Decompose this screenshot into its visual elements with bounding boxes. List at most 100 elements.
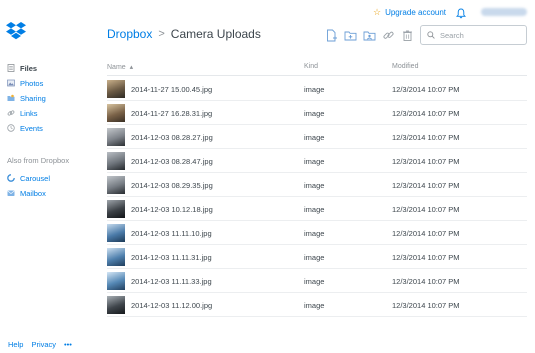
file-name[interactable]: 2014-12-03 11.11.31.jpg [131,253,212,262]
table-row[interactable]: 2014-12-03 08.28.27.jpg image 12/3/2014 10… [107,125,527,149]
column-header-name[interactable]: Name ▴ [107,63,133,71]
table-row[interactable]: 2014-12-03 08.28.47.jpg image 12/3/2014 10… [107,149,527,173]
dropbox-logo[interactable] [5,22,27,42]
new-folder-icon[interactable] [344,29,357,42]
help-link[interactable]: Help [8,340,23,349]
image-thumbnail [107,128,125,146]
upgrade-account-label: Upgrade account [385,7,447,17]
star-icon: ☆ [373,7,382,17]
table-row[interactable]: 2014-12-03 10.12.18.jpg image 12/3/2014 10… [107,197,527,221]
image-thumbnail [107,224,125,242]
link-icon[interactable] [382,29,395,42]
shared-folder-icon[interactable] [363,29,376,42]
sidebar-item-label: Sharing [20,93,46,103]
privacy-link[interactable]: Privacy [31,340,56,349]
file-kind: image [304,229,325,238]
sidebar-item-label: Events [20,123,43,133]
search-icon [427,26,435,44]
file-kind: image [304,181,325,190]
table-row[interactable]: 2014-11-27 15.00.45.jpg image 12/3/2014 10… [107,77,527,101]
file-name[interactable]: 2014-12-03 11.12.00.jpg [131,301,212,310]
footer: Help Privacy ••• [8,340,72,349]
sidebar-item-links[interactable]: Links [7,107,38,119]
top-bar: ☆ Upgrade account [0,0,535,26]
toolbar [325,29,414,42]
mailbox-icon [7,189,15,197]
sidebar-item-label: Files [20,63,38,73]
image-thumbnail [107,80,125,98]
column-name-label: Name [107,64,126,71]
more-link[interactable]: ••• [64,340,72,349]
sidebar-item-mailbox[interactable]: Mailbox [7,187,46,199]
table-row[interactable]: 2014-12-03 11.11.31.jpg image 12/3/2014 10… [107,245,527,269]
table-row[interactable]: 2014-12-03 11.11.33.jpg image 12/3/2014 10… [107,269,527,293]
file-modified: 12/3/2014 10:07 PM [392,181,460,190]
files-icon [7,64,15,72]
sidebar-item-label: Photos [20,78,44,88]
links-icon [7,109,15,117]
upload-icon[interactable] [325,29,338,42]
file-kind: image [304,253,325,262]
photos-icon [7,79,15,87]
file-name[interactable]: 2014-11-27 16.28.31.jpg [131,109,212,118]
image-thumbnail [107,272,125,290]
upgrade-account-link[interactable]: ☆ Upgrade account [373,7,446,17]
image-thumbnail [107,200,125,218]
file-modified: 12/3/2014 10:07 PM [392,301,460,310]
file-name[interactable]: 2014-11-27 15.00.45.jpg [131,85,212,94]
user-account-menu[interactable] [481,8,527,16]
file-kind: image [304,277,325,286]
breadcrumb-separator: > [158,28,165,40]
file-kind: image [304,301,325,310]
file-kind: image [304,85,325,94]
sidebar-item-label: Carousel [20,173,51,183]
file-modified: 12/3/2014 10:07 PM [392,229,460,238]
file-name[interactable]: 2014-12-03 10.12.18.jpg [131,205,213,214]
sidebar-item-photos[interactable]: Photos [7,77,43,89]
file-name[interactable]: 2014-12-03 08.28.47.jpg [131,157,213,166]
sidebar-item-label: Mailbox [20,188,46,198]
image-thumbnail [107,296,125,314]
table-row[interactable]: 2014-11-27 16.28.31.jpg image 12/3/2014 10… [107,101,527,125]
table-row[interactable]: 2014-12-03 08.29.35.jpg image 12/3/2014 10… [107,173,527,197]
events-icon [7,124,15,132]
sidebar-item-files[interactable]: Files [7,62,37,74]
file-name[interactable]: 2014-12-03 08.28.27.jpg [131,133,213,142]
file-kind: image [304,205,325,214]
sidebar-item-events[interactable]: Events [7,122,43,134]
delete-icon[interactable] [401,29,414,42]
table-header: Name ▴ Kind Modified [107,60,527,76]
search-box[interactable] [420,25,527,45]
sort-ascending-icon: ▴ [129,64,134,71]
breadcrumb: Dropbox > Camera Uploads [107,27,261,41]
file-kind: image [304,157,325,166]
file-name[interactable]: 2014-12-03 11.11.10.jpg [131,229,212,238]
sidebar-item-sharing[interactable]: Sharing [7,92,46,104]
notifications-bell-icon[interactable] [455,6,467,19]
file-modified: 12/3/2014 10:07 PM [392,205,460,214]
table-row[interactable]: 2014-12-03 11.12.00.jpg image 12/3/2014 10… [107,293,527,317]
file-name[interactable]: 2014-12-03 08.29.35.jpg [131,181,213,190]
file-modified: 12/3/2014 10:07 PM [392,133,460,142]
sidebar-item-label: Links [20,108,38,118]
file-kind: image [304,133,325,142]
file-modified: 12/3/2014 10:07 PM [392,277,460,286]
breadcrumb-root-link[interactable]: Dropbox [107,27,152,41]
carousel-icon [7,174,15,182]
image-thumbnail [107,152,125,170]
also-from-dropbox-heading: Also from Dropbox [7,156,70,165]
file-name[interactable]: 2014-12-03 11.11.33.jpg [131,277,212,286]
sidebar-item-carousel[interactable]: Carousel [7,172,50,184]
column-header-kind[interactable]: Kind [304,63,318,70]
file-kind: image [304,109,325,118]
sharing-icon [7,94,15,102]
file-modified: 12/3/2014 10:07 PM [392,85,460,94]
file-modified: 12/3/2014 10:07 PM [392,109,460,118]
column-header-modified[interactable]: Modified [392,63,418,70]
image-thumbnail [107,248,125,266]
table-row[interactable]: 2014-12-03 11.11.10.jpg image 12/3/2014 10… [107,221,527,245]
file-modified: 12/3/2014 10:07 PM [392,157,460,166]
page-title: Camera Uploads [170,27,261,41]
search-input[interactable] [440,30,520,40]
file-modified: 12/3/2014 10:07 PM [392,253,460,262]
